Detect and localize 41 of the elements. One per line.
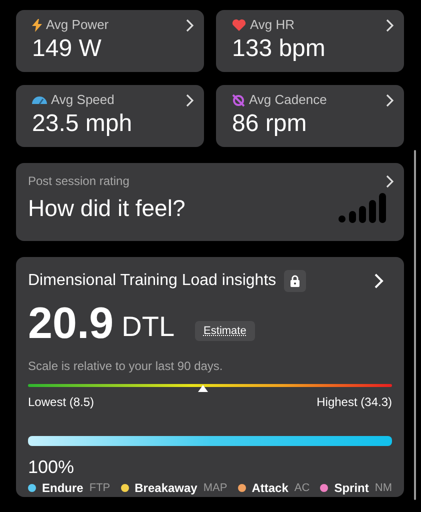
metric-label: Avg Power [46,16,109,34]
rating-label: Post session rating [28,173,130,190]
scale-min: Lowest (8.5) [28,394,94,411]
scale-max: Highest (34.3) [316,394,392,411]
legend-label: Endure [42,480,84,497]
load-percent: 100% [28,456,74,478]
metric-value: 133 bpm [232,34,326,64]
legend-code: NM [374,480,392,496]
chevron-icon[interactable] [374,273,384,289]
chevron-icon [186,18,194,32]
load-unit: DTL [122,310,175,344]
scale-note: Scale is relative to your last 90 days. [28,358,224,375]
heart-icon [232,19,246,31]
metric-card[interactable]: Avg Power 149 W [16,10,204,72]
rating-prompt: How did it feel? [28,194,186,223]
chevron-icon [186,94,194,106]
chevron-icon [386,94,394,106]
chevron-icon [386,174,394,188]
estimate-badge[interactable]: Estimate [194,320,256,341]
metric-value: 149 W [32,34,102,64]
legend-label: Sprint [334,480,369,497]
lightning-icon [32,18,42,32]
crossed-circle-icon [232,94,245,106]
metric-card[interactable]: Avg HR 133 bpm [216,10,404,72]
rating-card[interactable]: Post session rating How did it feel? [16,163,404,241]
metric-label: Avg Speed [51,91,114,110]
metric-value: 23.5 mph [32,109,132,139]
legend-code: MAP [203,480,228,496]
metric-card[interactable]: Avg Cadence 86 rpm [216,85,404,147]
chevron-icon [386,18,394,32]
load-value: 20.9 [28,299,114,349]
legend-label: Breakaway [134,480,198,497]
legend-code: AC [294,480,310,496]
gauge-icon [32,95,47,105]
legend-label: Attack [252,480,288,497]
metric-label: Avg HR [250,16,295,34]
metric-label: Avg Cadence [249,91,327,110]
metric-card[interactable]: Avg Speed 23.5 mph [16,85,204,147]
metric-value: 86 rpm [232,109,307,139]
card-title: Dimensional Training Load insights [28,271,276,291]
legend-code: FTP [89,480,110,496]
